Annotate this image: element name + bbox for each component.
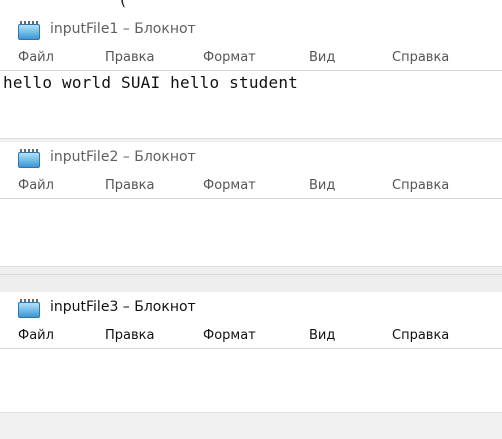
menu-format[interactable]: Формат	[203, 328, 256, 343]
notepad-window-3[interactable]: inputFile3 – Блокнот Файл Правка Формат …	[0, 292, 502, 439]
cropped-top-text: (	[120, 0, 126, 9]
menu-format[interactable]: Формат	[203, 178, 256, 193]
notepad-icon	[18, 149, 40, 168]
notepad-icon	[18, 299, 40, 318]
top-cropped-strip: (	[0, 0, 502, 14]
menubar: Файл Правка Формат Вид Справка	[0, 324, 502, 348]
titlebar[interactable]: inputFile1 – Блокнот	[0, 14, 502, 46]
window-title: inputFile1 – Блокнот	[50, 21, 196, 37]
menu-edit[interactable]: Правка	[105, 328, 154, 343]
notepad-window-2[interactable]: inputFile2 – Блокнот Файл Правка Формат …	[0, 142, 502, 287]
menu-format[interactable]: Формат	[203, 50, 256, 65]
menu-help[interactable]: Справка	[392, 328, 449, 343]
menu-view[interactable]: Вид	[309, 50, 335, 65]
text-editor[interactable]	[0, 198, 502, 253]
menu-edit[interactable]: Правка	[105, 178, 154, 193]
notepad-window-1[interactable]: inputFile1 – Блокнот Файл Правка Формат …	[0, 14, 502, 157]
menu-view[interactable]: Вид	[309, 178, 335, 193]
window-title: inputFile2 – Блокнот	[50, 149, 196, 165]
notepad-icon	[18, 21, 40, 40]
menu-file[interactable]: Файл	[18, 178, 54, 193]
menu-help[interactable]: Справка	[392, 178, 449, 193]
window-title: inputFile3 – Блокнот	[50, 299, 196, 315]
menubar: Файл Правка Формат Вид Справка	[0, 174, 502, 198]
titlebar[interactable]: inputFile3 – Блокнот	[0, 292, 502, 324]
menubar: Файл Правка Формат Вид Справка	[0, 46, 502, 70]
menu-file[interactable]: Файл	[18, 328, 54, 343]
menu-file[interactable]: Файл	[18, 50, 54, 65]
menu-edit[interactable]: Правка	[105, 50, 154, 65]
titlebar[interactable]: inputFile2 – Блокнот	[0, 142, 502, 174]
window-gap-bar	[0, 274, 502, 294]
text-editor[interactable]	[0, 348, 502, 404]
window-bottom-border	[0, 412, 502, 439]
editor-content: hello world SUAI hello student	[3, 73, 298, 92]
menu-help[interactable]: Справка	[392, 50, 449, 65]
text-editor[interactable]: hello world SUAI hello student	[0, 70, 502, 100]
menu-view[interactable]: Вид	[309, 328, 335, 343]
